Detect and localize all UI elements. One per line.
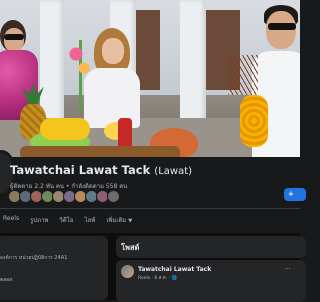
tab-videos[interactable]: วิดีโอ (59, 215, 73, 229)
tab-reels[interactable]: Reels (3, 215, 19, 229)
tab-photos[interactable]: รูปภาพ (30, 215, 48, 229)
post-author-avatar[interactable] (121, 265, 134, 278)
plus-icon: + (288, 190, 294, 198)
posts-heading: โพสต์ (121, 243, 140, 252)
tab-more-label: เพิ่มเติม (106, 217, 127, 224)
cover-photo[interactable] (0, 0, 300, 157)
profile-name-main: Tawatchai Lawat Tack (10, 163, 151, 177)
intro-card (0, 236, 108, 300)
tab-more[interactable]: เพิ่มเติม ▼ (106, 215, 132, 229)
chevron-down-icon: ▼ (128, 218, 133, 224)
profile-name: Tawatchai Lawat Tack (Lawat) (10, 163, 192, 177)
cover-offerings (0, 40, 200, 157)
profile-tabs: Reels รูปภาพ วิดีโอ ไลฟ์ เพิ่มเติม ▼ (0, 215, 132, 229)
post-more-icon[interactable]: ··· (284, 265, 291, 273)
profile-name-alt: (Lawat) (154, 166, 193, 177)
intro-workplace: องค์การ หน่วยปฏิบัติการ 24A1 (0, 255, 68, 261)
post-meta: Reels · 6 ส.ค. · 🌐 (138, 276, 178, 281)
section-divider (0, 208, 300, 209)
friend-avatar[interactable] (107, 190, 120, 203)
posts-header-card (116, 236, 306, 258)
friends-avatars[interactable] (8, 190, 120, 203)
add-friend-button[interactable]: + (284, 188, 306, 201)
cover-garland (240, 95, 268, 147)
intro-detail: ตลอด (0, 277, 13, 283)
post-author-name[interactable]: Tawatchai Lawat Tack (138, 266, 211, 273)
cover-incense (228, 55, 258, 95)
tab-live[interactable]: ไลฟ์ (84, 215, 95, 229)
